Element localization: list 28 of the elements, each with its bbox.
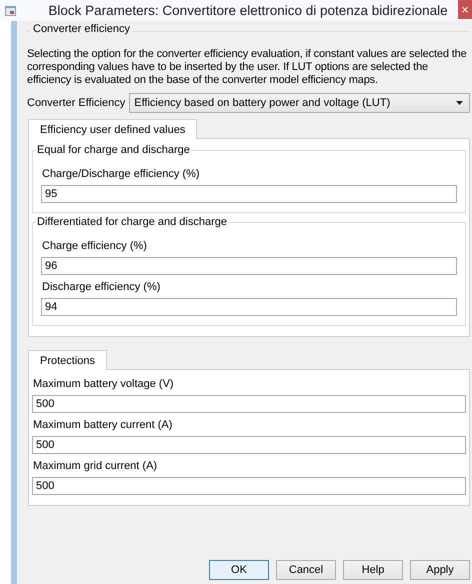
window-icon — [5, 6, 16, 16]
input-field[interactable]: 95 — [41, 185, 457, 203]
input-field[interactable]: 96 — [41, 257, 457, 275]
window-title: Block Parameters: Convertitore elettronico di potenza bidirezionale — [48, 3, 448, 18]
efficiency-dropdown[interactable]: Efficiency based on battery power and voltage (LUT) — [129, 93, 470, 113]
close-button[interactable]: × — [458, 0, 472, 19]
input-field[interactable]: 500 — [32, 477, 466, 495]
field-label: Maximum battery voltage (V) — [33, 378, 175, 390]
dropdown-label: Converter Efficiency — [27, 97, 126, 109]
dialog-button[interactable]: Cancel — [276, 560, 336, 580]
tab[interactable]: Efficiency user defined values — [28, 119, 198, 139]
field-label: Charge/Discharge efficiency (%) — [42, 168, 201, 180]
dialog-button[interactable]: Help — [343, 560, 403, 580]
tab[interactable]: Protections — [28, 350, 108, 370]
field-label: Maximum grid current (A) — [33, 460, 158, 472]
input-field[interactable]: 94 — [41, 298, 457, 316]
section-title: Converter efficiency — [32, 23, 132, 35]
dialog-button[interactable]: Apply — [410, 560, 470, 580]
field-label: Charge efficiency (%) — [42, 240, 148, 252]
input-field[interactable]: 500 — [32, 436, 466, 454]
field-label: Discharge efficiency (%) — [42, 281, 162, 293]
field-label: Maximum battery current (A) — [33, 419, 174, 431]
description-text: Selecting the option for the converter efficiency evaluation, if constant values are selected the corresponding values have to be inserted by the user. If LUT options are selected the efficiency is evaluated on the base of the converter model efficiency maps. — [27, 48, 468, 87]
dialog-button[interactable]: OK — [209, 560, 269, 580]
caret-icon — [456, 101, 463, 105]
group-title: Equal for charge and discharge — [36, 144, 191, 156]
group-title: Differentiated for charge and discharge — [36, 216, 228, 228]
input-field[interactable]: 500 — [32, 395, 466, 413]
